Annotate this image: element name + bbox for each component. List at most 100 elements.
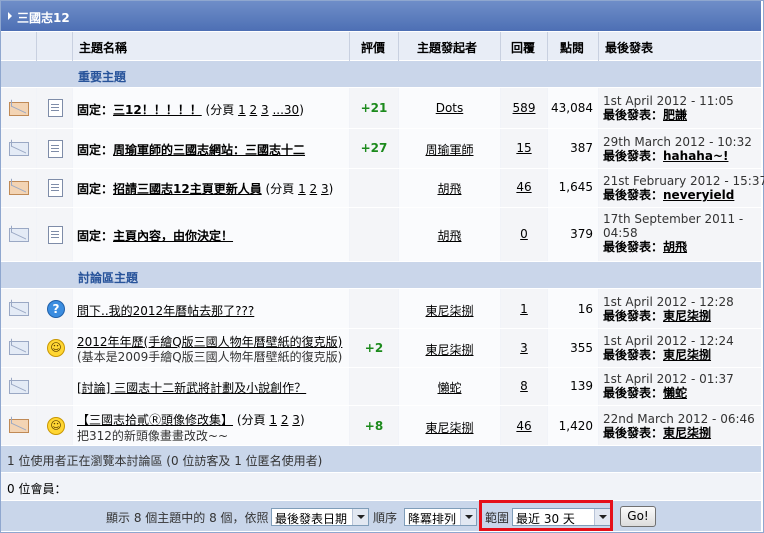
envelope-icon[interactable] [9, 380, 29, 394]
last-poster-link[interactable]: 肥謙 [663, 108, 687, 122]
envelope-icon[interactable] [9, 341, 29, 355]
last-post-by-label: 最後發表： [603, 108, 664, 122]
topic-rating: +8 [364, 419, 384, 433]
envelope-icon[interactable] [9, 142, 29, 156]
page-link[interactable]: 1 [269, 413, 277, 427]
sort-by-select[interactable]: 最後發表日期 [271, 508, 369, 526]
last-post-by-label: 最後發表： [603, 188, 664, 202]
topic-prefix: 固定： [77, 229, 114, 243]
hot-topic-envelope-icon[interactable] [9, 419, 29, 433]
column-header-last-post[interactable]: 最後發表 [599, 32, 761, 60]
column-header-starter[interactable]: 主題發起者 [399, 32, 500, 60]
page-link[interactable]: 1 [298, 182, 306, 196]
topic-link[interactable]: 三12！！！！！ [113, 103, 202, 117]
pages-prefix: (分頁 [236, 413, 266, 427]
views-count: 387 [570, 141, 593, 155]
column-header-topic[interactable]: 主題名稱 [73, 32, 349, 60]
last-poster-link[interactable]: 胡飛 [663, 240, 687, 254]
highlight-box [479, 500, 613, 531]
envelope-icon[interactable] [9, 228, 29, 242]
last-post-date: 22nd March 2012 - 06:46 [603, 412, 755, 426]
topic-prefix: 固定： [77, 143, 114, 157]
topic-starter-link[interactable]: 胡飛 [437, 229, 461, 243]
last-post-by-label: 最後發表： [603, 149, 664, 163]
page-link[interactable]: 1 [238, 103, 246, 117]
envelope-icon[interactable] [9, 302, 29, 316]
topic-starter-link[interactable]: 胡飛 [437, 182, 461, 196]
topic-starter-link[interactable]: 東尼柒捌 [425, 343, 473, 357]
topic-link[interactable]: 問下..我的2012年曆帖去那了??? [77, 304, 254, 318]
topic-title: 固定：招請三國志12主頁更新人員 (分頁 1 2 3) [77, 180, 333, 197]
triangle-right-icon [8, 12, 12, 20]
order-label: 順序 [373, 511, 398, 525]
topic-link[interactable]: 2012年年歷(手繪Q版三國人物年曆壁紙的復克版) [77, 335, 342, 349]
replies-link[interactable]: 15 [516, 141, 531, 155]
replies-link[interactable]: 1 [520, 302, 528, 316]
section-important-topics: 重要主題 [1, 61, 761, 87]
chevron-down-icon[interactable] [352, 509, 368, 525]
topic-prefix: 固定： [77, 103, 114, 117]
column-header-starter-label: 主題發起者 [417, 41, 478, 55]
topic-prefix: 固定： [77, 182, 114, 196]
column-header-type [37, 32, 72, 60]
topic-link[interactable]: 招請三國志12主頁更新人員 [113, 182, 262, 196]
pages-suffix: ) [299, 103, 304, 117]
page-link[interactable]: 3 [292, 413, 300, 427]
table-row: ? 問下..我的2012年曆帖去那了??? 東尼柒捌 1 16 1st Apri… [1, 289, 761, 328]
go-button[interactable]: Go! [620, 506, 656, 527]
hot-topic-envelope-icon[interactable] [9, 181, 29, 195]
topic-starter-link[interactable]: 東尼柒捌 [425, 421, 473, 435]
column-header-replies[interactable]: 回覆 [501, 32, 547, 60]
last-poster-link[interactable]: 東尼柒捌 [663, 309, 711, 323]
replies-link[interactable]: 8 [520, 379, 528, 393]
hot-topic-envelope-icon[interactable] [9, 102, 29, 116]
topic-starter-link[interactable]: 懶蛇 [437, 381, 461, 395]
topic-starter-link[interactable]: 周瑜軍師 [425, 143, 473, 157]
page-link[interactable]: ...30 [272, 103, 299, 117]
column-header-rating[interactable]: 評價 [350, 32, 398, 60]
pinned-document-icon [48, 140, 63, 158]
topic-link[interactable]: 主頁內容，由你決定！ [113, 229, 233, 243]
replies-link[interactable]: 46 [516, 419, 531, 433]
last-post-info: 1st April 2012 - 01:37 最後發表：懶蛇 [603, 372, 734, 400]
last-poster-link[interactable]: hahaha~! [663, 149, 728, 163]
last-poster-link[interactable]: 懶蛇 [663, 386, 687, 400]
chevron-down-icon[interactable] [460, 509, 476, 525]
page-link[interactable]: 3 [321, 182, 329, 196]
members-bar: 0 位會員： [1, 473, 761, 500]
last-post-by-label: 最後發表： [603, 386, 664, 400]
topic-link[interactable]: 周瑜軍師的三國志網站：三國志十二 [113, 143, 305, 157]
topic-rating: +21 [360, 101, 388, 115]
last-post-info: 17th September 2011 - 04:58 最後發表：胡飛 [603, 212, 743, 254]
page-link[interactable]: 2 [310, 182, 318, 196]
replies-link[interactable]: 0 [520, 227, 528, 241]
last-post-info: 22nd March 2012 - 06:46 最後發表：東尼柒捌 [603, 412, 755, 440]
replies-link[interactable]: 3 [520, 341, 528, 355]
last-poster-link[interactable]: 東尼柒捌 [663, 426, 711, 440]
last-poster-link[interactable]: neveryield [663, 188, 734, 202]
replies-link[interactable]: 589 [513, 101, 536, 115]
topic-link[interactable]: 【三國志拾貳Ⓡ頭像修改集】 [77, 413, 233, 427]
last-post-info: 1st April 2012 - 12:24 最後發表：東尼柒捌 [603, 334, 734, 362]
column-header-replies-label: 回覆 [511, 41, 536, 55]
last-post-by-label: 最後發表： [603, 426, 664, 440]
forum-title-bar: 三國志12 [1, 1, 761, 31]
sort-order-select[interactable]: 降冪排列 [404, 508, 477, 526]
pinned-document-icon [48, 226, 63, 244]
topic-starter-link[interactable]: 東尼柒捌 [425, 304, 473, 318]
topic-link[interactable]: [討論] 三國志十二新武將計劃及小說創作？ [77, 381, 306, 395]
page-link[interactable]: 2 [250, 103, 258, 117]
forum-title: 三國志12 [17, 11, 70, 25]
last-poster-link[interactable]: 東尼柒捌 [663, 348, 711, 362]
page-link[interactable]: 2 [281, 413, 289, 427]
topic-title: [討論] 三國志十二新武將計劃及小說創作？ [77, 379, 306, 396]
topic-title: 固定：主頁內容，由你決定！ [77, 227, 233, 244]
column-header-views[interactable]: 點閱 [548, 32, 598, 60]
last-post-date: 1st April 2012 - 12:24 [603, 334, 734, 348]
pages-prefix: (分頁 [265, 182, 295, 196]
replies-link[interactable]: 46 [516, 180, 531, 194]
section-discussion-topics: 討論區主題 [1, 262, 761, 288]
last-post-time: 04:58 [603, 226, 638, 240]
topic-starter-link[interactable]: Dots [436, 101, 464, 115]
page-link[interactable]: 3 [261, 103, 269, 117]
